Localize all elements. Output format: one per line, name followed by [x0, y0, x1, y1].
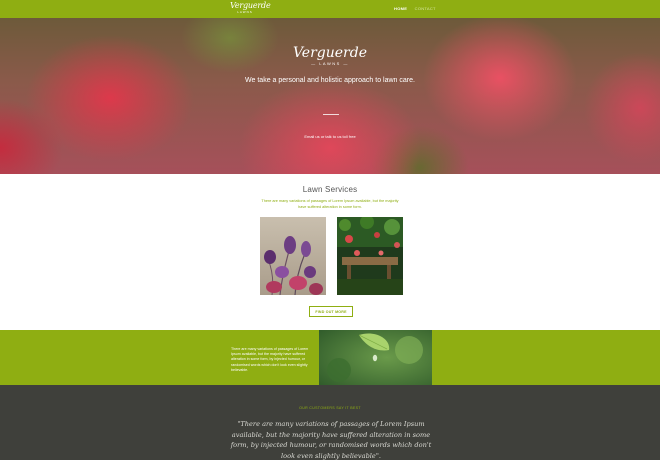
nav-home-link[interactable]: HOME: [394, 6, 407, 11]
main-nav: HOME CONTACT: [394, 6, 442, 11]
services-title: Lawn Services: [302, 185, 358, 194]
feature-photo-leaf: [319, 330, 432, 385]
hero-logo: Verguerde — LAWNS —: [0, 46, 660, 66]
testimonial-quote: "There are many variations of passages o…: [230, 420, 432, 460]
hero-logo-script: Verguerde: [292, 45, 367, 61]
brand-logo[interactable]: Verguerde LAWNS: [230, 1, 271, 16]
flowers-image: [260, 217, 326, 295]
nav-contact-link[interactable]: CONTACT: [415, 6, 436, 11]
feature-band-text: There are many variations of passages of…: [231, 347, 309, 372]
hero-contact-link[interactable]: Email us or talk to us toll free: [0, 134, 660, 139]
find-out-more-button[interactable]: FIND OUT MORE: [309, 306, 353, 317]
brand-logo-subtitle: LAWNS: [237, 10, 253, 14]
brand-logo-script: Verguerde: [230, 1, 271, 10]
leaf-droplet-image: [319, 330, 432, 385]
hero-logo-subtitle: — LAWNS —: [311, 61, 349, 66]
hero-banner: [0, 18, 660, 174]
top-nav-bar: Verguerde LAWNS HOME CONTACT: [0, 0, 660, 18]
hero-tagline: We take a personal and holistic approach…: [245, 77, 415, 84]
testimonials-label: OUR CUSTOMERS SAY IT BEST: [299, 406, 361, 410]
hero-divider: [323, 114, 339, 115]
garden-image: [337, 217, 403, 295]
service-photo-garden: [337, 217, 403, 295]
services-description: There are many variations of passages of…: [261, 199, 399, 209]
service-photo-flowers: [260, 217, 326, 295]
